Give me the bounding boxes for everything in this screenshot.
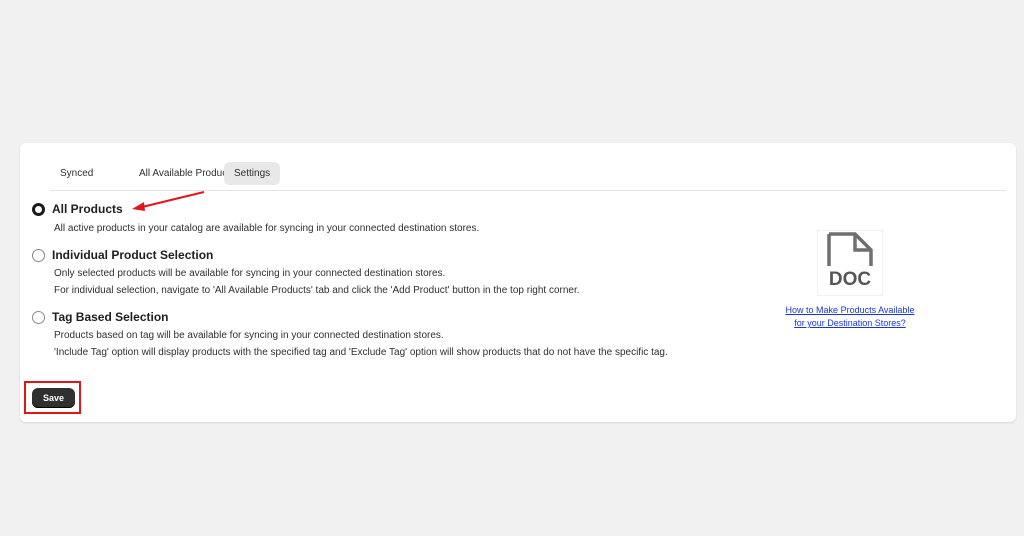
help-link-line-1: How to Make Products Available	[785, 305, 915, 315]
option-description: Products based on tag will be available …	[54, 330, 444, 341]
option-description: For individual selection, navigate to 'A…	[54, 285, 580, 296]
option-description: Only selected products will be available…	[54, 268, 446, 279]
help-doc-link[interactable]: How to Make Products Available for your …	[760, 304, 940, 330]
radio-all-products[interactable]	[32, 203, 45, 216]
document-icon-label: DOC	[829, 269, 872, 290]
radio-individual-product-selection[interactable]	[32, 249, 45, 262]
tab-synced[interactable]: Synced	[50, 162, 103, 185]
annotation-arrow	[132, 191, 205, 211]
tab-settings[interactable]: Settings	[224, 162, 281, 185]
help-link-line-2: for your Destination Stores?	[794, 318, 906, 328]
option-description: 'Include Tag' option will display produc…	[54, 347, 668, 358]
option-label: Tag Based Selection	[52, 310, 169, 324]
option-description: All active products in your catalog are …	[54, 223, 480, 234]
save-button[interactable]: Save	[32, 388, 75, 408]
document-icon[interactable]: DOC	[817, 230, 883, 296]
radio-tag-based-selection[interactable]	[32, 311, 45, 324]
option-label: All Products	[52, 202, 123, 216]
settings-card: Synced All Available Products Settings A…	[20, 143, 1016, 422]
option-label: Individual Product Selection	[52, 248, 214, 262]
